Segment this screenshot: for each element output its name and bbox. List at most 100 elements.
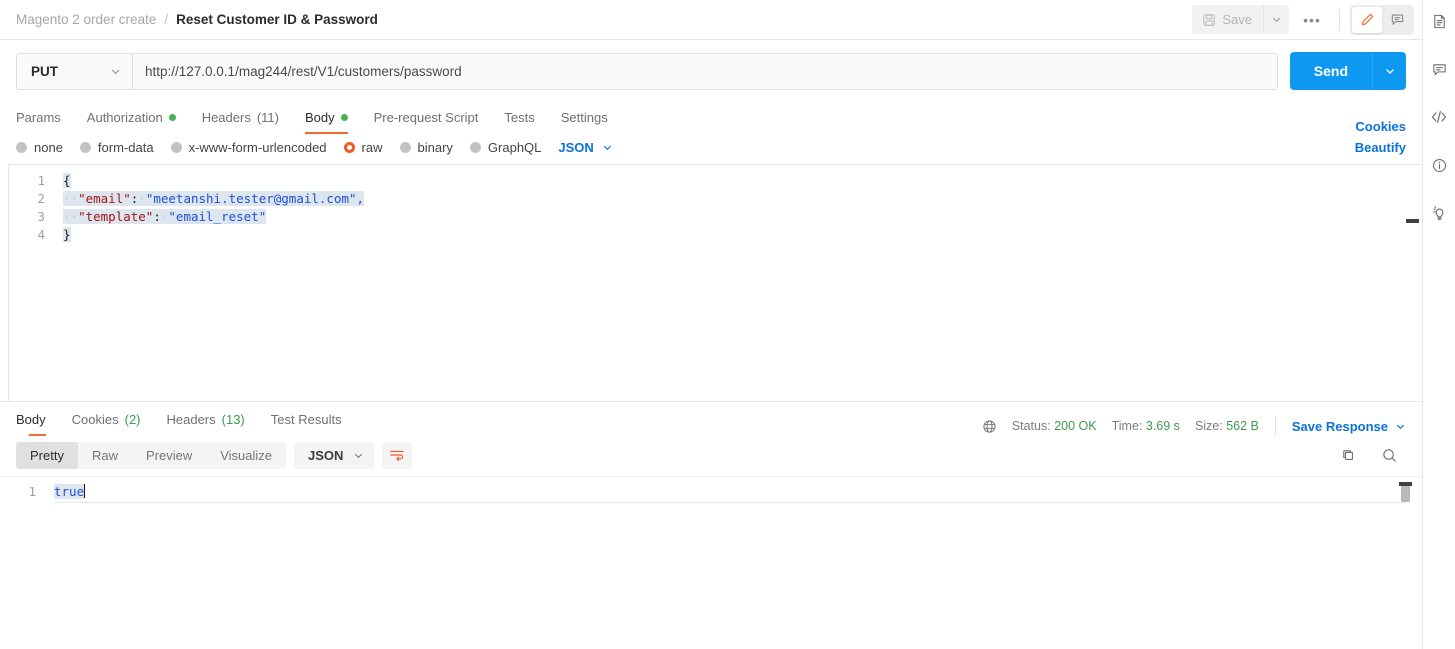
json-key-template: "template" bbox=[78, 209, 154, 224]
line-number: 3 bbox=[37, 209, 45, 224]
body-type-binary[interactable]: binary bbox=[399, 140, 453, 155]
json-value-template: "email_reset" bbox=[168, 209, 267, 224]
comment-icon bbox=[1390, 12, 1405, 27]
space-dot: · bbox=[138, 191, 146, 206]
save-response-button[interactable]: Save Response bbox=[1292, 419, 1406, 434]
tab-authorization-label: Authorization bbox=[86, 109, 163, 125]
response-value: true bbox=[54, 484, 85, 499]
tab-headers-count: (11) bbox=[256, 109, 279, 125]
json-brace-close: } bbox=[63, 227, 71, 242]
search-icon[interactable] bbox=[1381, 447, 1398, 464]
send-button[interactable]: Send bbox=[1289, 52, 1372, 90]
time-label: Time: bbox=[1111, 419, 1143, 433]
edit-mode-button[interactable] bbox=[1352, 6, 1382, 33]
right-sidebar bbox=[1422, 0, 1455, 649]
size-label: Size: bbox=[1194, 419, 1223, 433]
tab-body[interactable]: Body bbox=[292, 100, 361, 134]
view-toggle-group bbox=[1350, 4, 1414, 35]
tab-headers[interactable]: Headers (11) bbox=[189, 100, 292, 134]
save-button[interactable]: Save bbox=[1192, 5, 1263, 34]
response-meta: Status: 200 OK Time: 3.69 s Size: 562 B … bbox=[982, 416, 1406, 436]
send-options-caret[interactable] bbox=[1372, 52, 1406, 90]
save-options-caret[interactable] bbox=[1263, 5, 1289, 34]
code-line-4: } bbox=[63, 226, 1402, 244]
response-view-raw[interactable]: Raw bbox=[78, 442, 132, 469]
line-number: 2 bbox=[37, 191, 45, 206]
response-tab-body[interactable]: Body bbox=[16, 402, 59, 436]
line-number: 1 bbox=[37, 173, 45, 188]
body-type-raw[interactable]: raw bbox=[343, 140, 383, 155]
size-value: 562 B bbox=[1226, 419, 1259, 433]
info-icon[interactable] bbox=[1428, 154, 1450, 176]
response-body-code[interactable]: true bbox=[54, 483, 1402, 501]
copy-icon[interactable] bbox=[1340, 447, 1357, 464]
request-body-code[interactable]: { ··"email":·"meetanshi.tester@gmail.com… bbox=[63, 172, 1402, 244]
tab-settings-label: Settings bbox=[560, 109, 608, 125]
breadcrumb-separator: / bbox=[164, 12, 169, 27]
cookies-link[interactable]: Cookies bbox=[1355, 119, 1406, 134]
response-tab-headers-count: (13) bbox=[221, 411, 245, 427]
body-type-graphql[interactable]: GraphQL bbox=[469, 140, 542, 155]
body-type-binary-label: binary bbox=[417, 140, 453, 155]
request-editor-scrollbar[interactable] bbox=[1406, 167, 1419, 399]
body-type-none[interactable]: none bbox=[16, 140, 63, 155]
body-format-select[interactable]: JSON bbox=[558, 140, 612, 155]
radio-form-data-icon bbox=[79, 142, 91, 153]
save-button-group: Save bbox=[1192, 5, 1289, 34]
request-line-numbers: 1 2 3 4 bbox=[9, 172, 55, 244]
body-type-graphql-label: GraphQL bbox=[487, 140, 542, 155]
tab-headers-label: Headers bbox=[201, 109, 251, 125]
response-editor-scrollbar[interactable] bbox=[1399, 479, 1416, 597]
comment-mode-button[interactable] bbox=[1382, 7, 1412, 33]
code-icon[interactable] bbox=[1428, 106, 1450, 128]
response-view-visualize[interactable]: Visualize bbox=[206, 442, 286, 469]
word-wrap-toggle[interactable] bbox=[382, 441, 413, 469]
beautify-link[interactable]: Beautify bbox=[1355, 140, 1406, 155]
more-actions-button[interactable]: ••• bbox=[1295, 5, 1329, 34]
tab-authorization[interactable]: Authorization bbox=[74, 100, 189, 134]
indent-dots: ·· bbox=[63, 191, 79, 206]
request-body-editor[interactable]: 1 2 3 4 { ··"email":·"meetanshi.tester@g… bbox=[8, 164, 1422, 401]
response-scroll-thumb[interactable] bbox=[1401, 486, 1410, 502]
comment-icon[interactable] bbox=[1428, 58, 1450, 80]
response-tab-test-results[interactable]: Test Results bbox=[258, 402, 355, 436]
radio-graphql-icon bbox=[469, 142, 481, 153]
body-type-form-data[interactable]: form-data bbox=[79, 140, 154, 155]
line-number: 1 bbox=[28, 484, 36, 499]
word-wrap-icon bbox=[389, 448, 405, 462]
response-format-select[interactable]: JSON bbox=[294, 441, 375, 469]
json-key-email: "email" bbox=[78, 191, 131, 206]
tab-pre-request-script[interactable]: Pre-request Script bbox=[361, 100, 492, 134]
meta-divider bbox=[1274, 416, 1276, 436]
response-view-pretty[interactable]: Pretty bbox=[16, 441, 78, 469]
response-line-numbers: 1 bbox=[0, 483, 46, 501]
response-line-underline bbox=[54, 502, 1406, 503]
body-type-form-data-label: form-data bbox=[97, 140, 154, 155]
tab-tests[interactable]: Tests bbox=[491, 100, 547, 134]
globe-icon[interactable] bbox=[982, 419, 997, 434]
tab-params[interactable]: Params bbox=[16, 100, 74, 134]
breadcrumb-collection[interactable]: Magento 2 order create bbox=[16, 12, 156, 27]
body-type-none-label: none bbox=[34, 140, 63, 155]
tab-body-label: Body bbox=[304, 109, 335, 125]
breadcrumb-request-name[interactable]: Reset Customer ID & Password bbox=[176, 12, 378, 27]
lightbulb-icon[interactable] bbox=[1428, 202, 1450, 224]
response-code-line-1: true bbox=[54, 483, 1402, 501]
response-body-editor[interactable]: 1 true bbox=[0, 476, 1422, 598]
response-tab-headers-label: Headers bbox=[166, 411, 216, 427]
url-input[interactable]: http://127.0.0.1/mag244/rest/V1/customer… bbox=[132, 52, 1278, 90]
header-actions: Save ••• bbox=[1192, 4, 1414, 35]
url-text: http://127.0.0.1/mag244/rest/V1/customer… bbox=[145, 63, 462, 79]
http-method-select[interactable]: PUT bbox=[16, 52, 132, 90]
response-tab-headers[interactable]: Headers (13) bbox=[154, 402, 258, 436]
send-button-label: Send bbox=[1313, 63, 1348, 79]
response-tab-cookies[interactable]: Cookies (2) bbox=[59, 402, 154, 436]
tab-settings[interactable]: Settings bbox=[548, 100, 621, 134]
body-type-x-www-form-urlencoded[interactable]: x-www-form-urlencoded bbox=[170, 140, 327, 155]
code-line-2: ··"email":·"meetanshi.tester@gmail.com", bbox=[63, 190, 1402, 208]
chevron-down-icon bbox=[602, 142, 613, 153]
response-view-preview[interactable]: Preview bbox=[132, 442, 206, 469]
body-type-row: none form-data x-www-form-urlencoded raw… bbox=[0, 134, 1422, 164]
document-icon[interactable] bbox=[1428, 10, 1450, 32]
status-value: 200 OK bbox=[1054, 419, 1097, 433]
